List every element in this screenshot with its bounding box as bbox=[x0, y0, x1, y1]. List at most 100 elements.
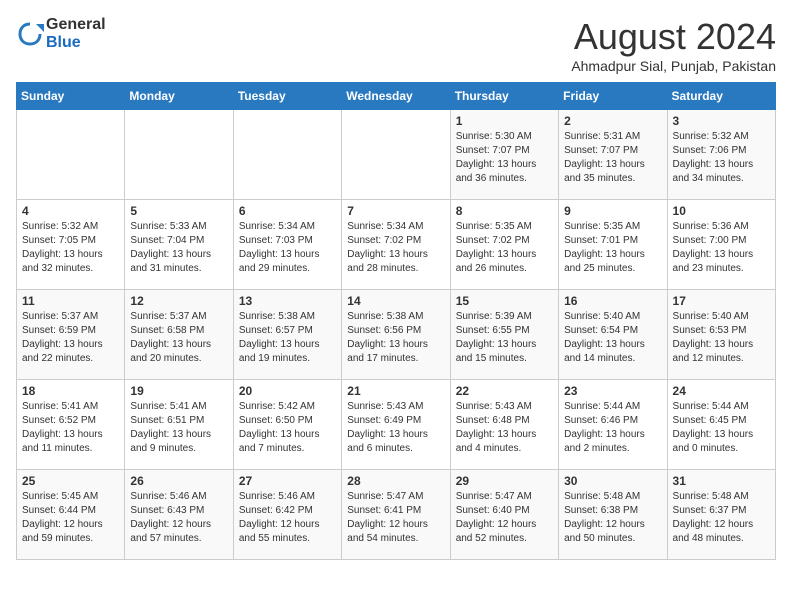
calendar-cell: 15 Sunrise: 5:39 AM Sunset: 6:55 PM Dayli… bbox=[450, 290, 558, 380]
cell-info: Sunrise: 5:48 AM Sunset: 6:37 PM Dayligh… bbox=[673, 490, 770, 546]
day-number: 27 bbox=[239, 474, 336, 488]
calendar-cell: 16 Sunrise: 5:40 AM Sunset: 6:54 PM Dayli… bbox=[559, 290, 667, 380]
cell-info: Sunrise: 5:35 AM Sunset: 7:01 PM Dayligh… bbox=[564, 220, 661, 276]
calendar-cell: 23 Sunrise: 5:44 AM Sunset: 6:46 PM Dayli… bbox=[559, 380, 667, 470]
logo-icon bbox=[16, 20, 44, 48]
day-number: 5 bbox=[130, 204, 227, 218]
calendar-cell bbox=[342, 110, 450, 200]
cell-info: Sunrise: 5:37 AM Sunset: 6:59 PM Dayligh… bbox=[22, 310, 119, 366]
day-number: 18 bbox=[22, 384, 119, 398]
logo-blue-text: Blue bbox=[46, 34, 81, 51]
col-header-sunday: Sunday bbox=[17, 83, 125, 110]
cell-info: Sunrise: 5:44 AM Sunset: 6:46 PM Dayligh… bbox=[564, 400, 661, 456]
calendar-cell: 13 Sunrise: 5:38 AM Sunset: 6:57 PM Dayli… bbox=[233, 290, 341, 380]
calendar-cell: 27 Sunrise: 5:46 AM Sunset: 6:42 PM Dayli… bbox=[233, 470, 341, 560]
cell-info: Sunrise: 5:35 AM Sunset: 7:02 PM Dayligh… bbox=[456, 220, 553, 276]
day-number: 8 bbox=[456, 204, 553, 218]
day-number: 13 bbox=[239, 294, 336, 308]
day-number: 11 bbox=[22, 294, 119, 308]
calendar-cell: 12 Sunrise: 5:37 AM Sunset: 6:58 PM Dayli… bbox=[125, 290, 233, 380]
cell-info: Sunrise: 5:46 AM Sunset: 6:43 PM Dayligh… bbox=[130, 490, 227, 546]
cell-info: Sunrise: 5:45 AM Sunset: 6:44 PM Dayligh… bbox=[22, 490, 119, 546]
calendar-cell: 31 Sunrise: 5:48 AM Sunset: 6:37 PM Dayli… bbox=[667, 470, 775, 560]
day-number: 4 bbox=[22, 204, 119, 218]
cell-info: Sunrise: 5:39 AM Sunset: 6:55 PM Dayligh… bbox=[456, 310, 553, 366]
calendar-cell bbox=[17, 110, 125, 200]
calendar-table: SundayMondayTuesdayWednesdayThursdayFrid… bbox=[16, 82, 776, 560]
calendar-cell: 4 Sunrise: 5:32 AM Sunset: 7:05 PM Daylig… bbox=[17, 200, 125, 290]
cell-info: Sunrise: 5:31 AM Sunset: 7:07 PM Dayligh… bbox=[564, 130, 661, 186]
day-number: 6 bbox=[239, 204, 336, 218]
day-number: 23 bbox=[564, 384, 661, 398]
calendar-cell: 3 Sunrise: 5:32 AM Sunset: 7:06 PM Daylig… bbox=[667, 110, 775, 200]
day-number: 30 bbox=[564, 474, 661, 488]
day-number: 29 bbox=[456, 474, 553, 488]
cell-info: Sunrise: 5:42 AM Sunset: 6:50 PM Dayligh… bbox=[239, 400, 336, 456]
calendar-cell: 11 Sunrise: 5:37 AM Sunset: 6:59 PM Dayli… bbox=[17, 290, 125, 380]
month-title: August 2024 bbox=[571, 16, 776, 58]
calendar-cell bbox=[233, 110, 341, 200]
day-number: 31 bbox=[673, 474, 770, 488]
calendar-cell: 10 Sunrise: 5:36 AM Sunset: 7:00 PM Dayli… bbox=[667, 200, 775, 290]
day-number: 15 bbox=[456, 294, 553, 308]
cell-info: Sunrise: 5:33 AM Sunset: 7:04 PM Dayligh… bbox=[130, 220, 227, 276]
day-number: 22 bbox=[456, 384, 553, 398]
day-number: 3 bbox=[673, 114, 770, 128]
title-area: August 2024 Ahmadpur Sial, Punjab, Pakis… bbox=[571, 16, 776, 74]
day-number: 28 bbox=[347, 474, 444, 488]
calendar-cell: 2 Sunrise: 5:31 AM Sunset: 7:07 PM Daylig… bbox=[559, 110, 667, 200]
logo: General Blue bbox=[16, 16, 106, 52]
cell-info: Sunrise: 5:43 AM Sunset: 6:49 PM Dayligh… bbox=[347, 400, 444, 456]
day-number: 25 bbox=[22, 474, 119, 488]
calendar-cell: 20 Sunrise: 5:42 AM Sunset: 6:50 PM Dayli… bbox=[233, 380, 341, 470]
col-header-saturday: Saturday bbox=[667, 83, 775, 110]
calendar-cell: 14Sunrise: 5:38 AM Sunset: 6:56 PM Dayli… bbox=[342, 290, 450, 380]
calendar-cell: 29 Sunrise: 5:47 AM Sunset: 6:40 PM Dayli… bbox=[450, 470, 558, 560]
logo-general-text: General bbox=[46, 16, 106, 33]
calendar-cell bbox=[125, 110, 233, 200]
day-number: 12 bbox=[130, 294, 227, 308]
cell-info: Sunrise: 5:48 AM Sunset: 6:38 PM Dayligh… bbox=[564, 490, 661, 546]
col-header-friday: Friday bbox=[559, 83, 667, 110]
cell-info: Sunrise: 5:47 AM Sunset: 6:41 PM Dayligh… bbox=[347, 490, 444, 546]
day-number: 7 bbox=[347, 204, 444, 218]
cell-info: Sunrise: 5:47 AM Sunset: 6:40 PM Dayligh… bbox=[456, 490, 553, 546]
day-number: 10 bbox=[673, 204, 770, 218]
calendar-cell: 30 Sunrise: 5:48 AM Sunset: 6:38 PM Dayli… bbox=[559, 470, 667, 560]
calendar-cell: 28 Sunrise: 5:47 AM Sunset: 6:41 PM Dayli… bbox=[342, 470, 450, 560]
cell-info: Sunrise: 5:38 AM Sunset: 6:56 PM Dayligh… bbox=[347, 310, 444, 366]
cell-info: Sunrise: 5:30 AM Sunset: 7:07 PM Dayligh… bbox=[456, 130, 553, 186]
col-header-tuesday: Tuesday bbox=[233, 83, 341, 110]
day-number: 17 bbox=[673, 294, 770, 308]
calendar-cell: 6Sunrise: 5:34 AM Sunset: 7:03 PM Daylig… bbox=[233, 200, 341, 290]
col-header-monday: Monday bbox=[125, 83, 233, 110]
day-number: 26 bbox=[130, 474, 227, 488]
cell-info: Sunrise: 5:46 AM Sunset: 6:42 PM Dayligh… bbox=[239, 490, 336, 546]
day-number: 1 bbox=[456, 114, 553, 128]
calendar-cell: 18Sunrise: 5:41 AM Sunset: 6:52 PM Dayli… bbox=[17, 380, 125, 470]
cell-info: Sunrise: 5:40 AM Sunset: 6:54 PM Dayligh… bbox=[564, 310, 661, 366]
cell-info: Sunrise: 5:40 AM Sunset: 6:53 PM Dayligh… bbox=[673, 310, 770, 366]
cell-info: Sunrise: 5:37 AM Sunset: 6:58 PM Dayligh… bbox=[130, 310, 227, 366]
cell-info: Sunrise: 5:32 AM Sunset: 7:05 PM Dayligh… bbox=[22, 220, 119, 276]
cell-info: Sunrise: 5:41 AM Sunset: 6:51 PM Dayligh… bbox=[130, 400, 227, 456]
cell-info: Sunrise: 5:32 AM Sunset: 7:06 PM Dayligh… bbox=[673, 130, 770, 186]
cell-info: Sunrise: 5:36 AM Sunset: 7:00 PM Dayligh… bbox=[673, 220, 770, 276]
calendar-cell: 26 Sunrise: 5:46 AM Sunset: 6:43 PM Dayli… bbox=[125, 470, 233, 560]
day-number: 24 bbox=[673, 384, 770, 398]
day-number: 20 bbox=[239, 384, 336, 398]
cell-info: Sunrise: 5:38 AM Sunset: 6:57 PM Dayligh… bbox=[239, 310, 336, 366]
calendar-cell: 22 Sunrise: 5:43 AM Sunset: 6:48 PM Dayli… bbox=[450, 380, 558, 470]
day-number: 19 bbox=[130, 384, 227, 398]
day-number: 16 bbox=[564, 294, 661, 308]
cell-info: Sunrise: 5:44 AM Sunset: 6:45 PM Dayligh… bbox=[673, 400, 770, 456]
col-header-thursday: Thursday bbox=[450, 83, 558, 110]
calendar-cell: 1 Sunrise: 5:30 AM Sunset: 7:07 PM Daylig… bbox=[450, 110, 558, 200]
calendar-cell: 17 Sunrise: 5:40 AM Sunset: 6:53 PM Dayli… bbox=[667, 290, 775, 380]
day-number: 9 bbox=[564, 204, 661, 218]
day-number: 2 bbox=[564, 114, 661, 128]
col-header-wednesday: Wednesday bbox=[342, 83, 450, 110]
calendar-cell: 9 Sunrise: 5:35 AM Sunset: 7:01 PM Daylig… bbox=[559, 200, 667, 290]
cell-info: Sunrise: 5:43 AM Sunset: 6:48 PM Dayligh… bbox=[456, 400, 553, 456]
day-number: 21 bbox=[347, 384, 444, 398]
